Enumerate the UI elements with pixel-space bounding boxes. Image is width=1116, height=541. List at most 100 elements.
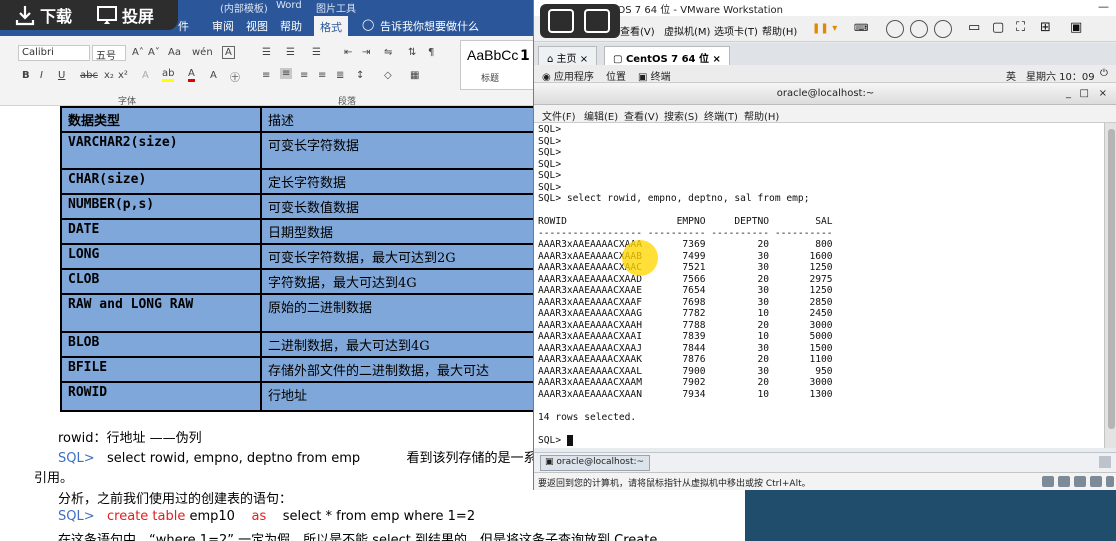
sort-icon[interactable]: ⇅ (408, 47, 416, 58)
menu-help[interactable]: 帮助(H) (762, 23, 797, 38)
menu-view[interactable]: 查看(V) (620, 23, 655, 38)
minimize-icon[interactable]: — (1098, 0, 1109, 13)
borders-icon[interactable]: ▦ (410, 70, 419, 81)
term-menu-terminal[interactable]: 终端(T) (704, 108, 738, 123)
tab-file[interactable]: 件 (178, 18, 189, 34)
grow-font-icon[interactable]: A˄ (132, 47, 144, 58)
term-menu-search[interactable]: 搜索(S) (664, 108, 698, 123)
pinyin-icon[interactable]: wén (192, 47, 213, 58)
text-effect-icon[interactable]: A (142, 70, 149, 81)
terminal-result-row: AAAR3xAAEAAAACXAAJ 7844 30 1500 (538, 342, 833, 354)
sql-create-keyword: create table (107, 509, 186, 524)
gnome-places-menu[interactable]: 位置 (606, 68, 626, 83)
underline-icon[interactable]: U (58, 70, 65, 81)
terminal-final-prompt[interactable]: SQL> (538, 434, 1100, 447)
change-case-icon[interactable]: Aa (168, 47, 181, 58)
enclose-char-icon[interactable]: ㊉ (230, 69, 240, 84)
numbering-icon[interactable]: ☰ (286, 47, 295, 58)
menu-tabs[interactable]: 选项卡(T) (714, 23, 758, 38)
stretch-icon[interactable]: ⊞ (1040, 20, 1051, 35)
tab-view[interactable]: 视图 (246, 18, 268, 34)
style-preview: AaBbCc (467, 47, 519, 63)
style-gallery[interactable]: AaBbCc 标题 (460, 40, 544, 90)
cast-button[interactable]: 投屏 (96, 4, 154, 26)
display-icon[interactable] (1106, 476, 1114, 487)
align-center-icon[interactable]: ≡ (280, 68, 293, 79)
tab-centos[interactable]: ▢ CentOS 7 64 位 × (604, 46, 730, 65)
snapshot-manager-icon[interactable] (934, 20, 952, 38)
scroll-thumb[interactable] (1108, 129, 1115, 429)
terminal-result-row: AAAR3xAAEAAAACXAAI 7839 10 5000 (538, 331, 833, 342)
tab-review[interactable]: 审阅 (212, 18, 234, 34)
workspace-icon[interactable] (1099, 456, 1111, 468)
video-icon[interactable] (584, 9, 610, 33)
gnome-terminal-menu[interactable]: ▣ 终端 (638, 68, 671, 83)
gnome-apps-menu[interactable]: ◉ 应用程序 (542, 68, 594, 83)
download-button[interactable]: 下载 (14, 4, 72, 26)
highlight-icon[interactable]: ab (162, 68, 175, 82)
terminal-scrollbar[interactable] (1104, 123, 1116, 448)
term-menu-edit[interactable]: 编辑(E) (584, 108, 618, 123)
usb-icon[interactable] (1090, 476, 1102, 487)
distribute-icon[interactable]: ≣ (336, 70, 344, 81)
fullscreen-icon[interactable]: ⛶ (1016, 20, 1025, 35)
strikethrough-icon[interactable]: abc (80, 70, 98, 81)
network-icon[interactable] (1074, 476, 1086, 487)
italic-icon[interactable]: I (40, 70, 43, 81)
chinese-layout-icon[interactable]: ⇋ (384, 47, 392, 58)
increase-indent-icon[interactable]: ⇥ (362, 47, 370, 58)
tab-home[interactable]: ⌂ 主页 × (538, 46, 598, 65)
align-left-icon[interactable]: ≡ (262, 70, 270, 81)
shading-icon[interactable]: ◇ (384, 70, 392, 81)
view-console-icon[interactable]: ▭ (968, 20, 980, 35)
hdd-icon[interactable] (1042, 476, 1054, 487)
table-row: BFILE 存储外部文件的二进制数据，最大可达 (60, 356, 550, 383)
justify-icon[interactable]: ≡ (318, 70, 326, 81)
terminal-titlebar: oracle@localhost:~ × □ _ (534, 83, 1116, 105)
close-icon[interactable]: × (580, 54, 588, 65)
shrink-font-icon[interactable]: A˅ (148, 47, 160, 58)
menu-vm[interactable]: 虚拟机(M) (664, 23, 710, 38)
tab-format[interactable]: 格式 (314, 16, 348, 36)
exit-fullscreen-icon[interactable] (548, 9, 574, 33)
revert-snapshot-icon[interactable] (910, 20, 928, 38)
cd-icon[interactable] (1058, 476, 1070, 487)
tell-me-box[interactable]: 告诉我你想要做什么 (380, 18, 479, 34)
font-size-select[interactable]: 五号 (92, 45, 126, 62)
tab-help[interactable]: 帮助 (280, 18, 302, 34)
bullets-icon[interactable]: ☰ (262, 47, 271, 58)
vmware-title: CentOS 7 64 位 - VMware Workstation (594, 5, 783, 16)
decrease-indent-icon[interactable]: ⇤ (344, 47, 352, 58)
line-spacing-icon[interactable]: ↕ (356, 70, 364, 81)
send-keys-icon[interactable]: ⌨ (854, 23, 868, 34)
close-icon[interactable]: × (1099, 83, 1107, 105)
char-shading-icon[interactable]: A (210, 70, 217, 81)
font-name-select[interactable]: Calibri (18, 45, 90, 61)
terminal-output[interactable]: SQL> SQL> SQL> SQL> SQL> SQL> SQL> select rowi… (534, 123, 1104, 448)
superscript-icon[interactable]: x² (118, 70, 128, 81)
unity-icon[interactable]: ▢ (992, 20, 1004, 35)
char-border-icon[interactable]: A (222, 46, 235, 59)
input-method-indicator[interactable]: 英 (1006, 68, 1016, 83)
font-color-icon[interactable]: A (188, 68, 195, 82)
term-menu-file[interactable]: 文件(F) (542, 108, 576, 123)
pause-icon[interactable]: ❚❚ ▾ (812, 23, 837, 34)
subscript-icon[interactable]: x₂ (104, 70, 114, 81)
minimize-icon[interactable]: _ (1066, 83, 1071, 105)
maximize-icon[interactable]: □ (1080, 83, 1089, 105)
library-icon[interactable]: ▣ (1070, 20, 1082, 35)
multilevel-list-icon[interactable]: ☰ (312, 47, 321, 58)
show-marks-icon[interactable]: ¶ (428, 47, 434, 58)
bold-icon[interactable]: B (22, 70, 30, 81)
snapshot-icon[interactable] (886, 20, 904, 38)
power-icon[interactable]: ⏻ (1100, 68, 1108, 79)
gnome-clock[interactable]: 星期六 10：09 (1026, 68, 1095, 83)
close-icon[interactable]: × (712, 54, 720, 65)
term-menu-help[interactable]: 帮助(H) (744, 108, 779, 123)
taskbar-terminal-item[interactable]: ▣ oracle@localhost:~ (540, 455, 650, 471)
term-menu-view[interactable]: 查看(V) (624, 108, 659, 123)
style-heading-1[interactable]: 1 (520, 48, 530, 64)
cursor-highlight (622, 240, 658, 276)
datatype-cell: BLOB (60, 331, 262, 358)
align-right-icon[interactable]: ≡ (300, 70, 308, 81)
